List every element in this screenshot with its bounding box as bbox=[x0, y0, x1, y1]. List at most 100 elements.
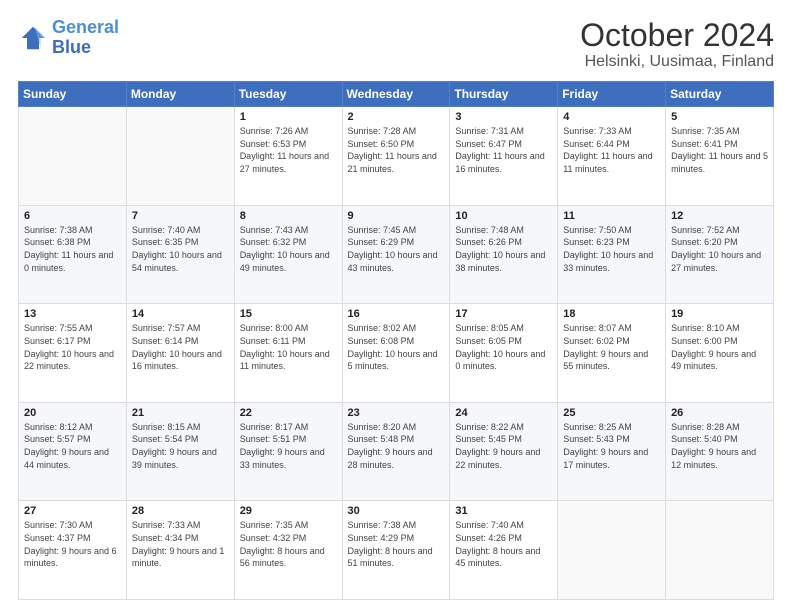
day-number: 17 bbox=[455, 308, 552, 320]
cell-info: Sunrise: 7:26 AMSunset: 6:53 PMDaylight:… bbox=[240, 125, 337, 175]
calendar-cell: 26 Sunrise: 8:28 AMSunset: 5:40 PMDaylig… bbox=[666, 402, 774, 501]
cell-info: Sunrise: 8:10 AMSunset: 6:00 PMDaylight:… bbox=[671, 322, 768, 372]
calendar-cell: 18 Sunrise: 8:07 AMSunset: 6:02 PMDaylig… bbox=[558, 304, 666, 403]
calendar-cell: 24 Sunrise: 8:22 AMSunset: 5:45 PMDaylig… bbox=[450, 402, 558, 501]
calendar-cell: 8 Sunrise: 7:43 AMSunset: 6:32 PMDayligh… bbox=[234, 205, 342, 304]
calendar-cell: 9 Sunrise: 7:45 AMSunset: 6:29 PMDayligh… bbox=[342, 205, 450, 304]
day-number: 16 bbox=[348, 308, 445, 320]
day-number: 30 bbox=[348, 505, 445, 517]
day-number: 5 bbox=[671, 111, 768, 123]
calendar-cell: 22 Sunrise: 8:17 AMSunset: 5:51 PMDaylig… bbox=[234, 402, 342, 501]
cell-info: Sunrise: 7:35 AMSunset: 4:32 PMDaylight:… bbox=[240, 519, 337, 569]
day-number: 19 bbox=[671, 308, 768, 320]
day-number: 24 bbox=[455, 407, 552, 419]
calendar-cell: 3 Sunrise: 7:31 AMSunset: 6:47 PMDayligh… bbox=[450, 107, 558, 206]
day-number: 18 bbox=[563, 308, 660, 320]
cell-info: Sunrise: 7:50 AMSunset: 6:23 PMDaylight:… bbox=[563, 224, 660, 274]
day-number: 25 bbox=[563, 407, 660, 419]
cell-info: Sunrise: 7:38 AMSunset: 4:29 PMDaylight:… bbox=[348, 519, 445, 569]
day-number: 13 bbox=[24, 308, 121, 320]
day-number: 21 bbox=[132, 407, 229, 419]
cell-info: Sunrise: 7:40 AMSunset: 6:35 PMDaylight:… bbox=[132, 224, 229, 274]
day-number: 3 bbox=[455, 111, 552, 123]
calendar-subtitle: Helsinki, Uusimaa, Finland bbox=[580, 53, 774, 71]
cell-info: Sunrise: 7:40 AMSunset: 4:26 PMDaylight:… bbox=[455, 519, 552, 569]
calendar-cell: 15 Sunrise: 8:00 AMSunset: 6:11 PMDaylig… bbox=[234, 304, 342, 403]
cell-info: Sunrise: 7:30 AMSunset: 4:37 PMDaylight:… bbox=[24, 519, 121, 569]
day-number: 12 bbox=[671, 210, 768, 222]
calendar-cell: 30 Sunrise: 7:38 AMSunset: 4:29 PMDaylig… bbox=[342, 501, 450, 600]
header: General Blue October 2024 Helsinki, Uusi… bbox=[18, 18, 774, 71]
day-number: 9 bbox=[348, 210, 445, 222]
day-number: 11 bbox=[563, 210, 660, 222]
calendar-cell: 28 Sunrise: 7:33 AMSunset: 4:34 PMDaylig… bbox=[126, 501, 234, 600]
calendar-cell: 2 Sunrise: 7:28 AMSunset: 6:50 PMDayligh… bbox=[342, 107, 450, 206]
calendar-cell: 5 Sunrise: 7:35 AMSunset: 6:41 PMDayligh… bbox=[666, 107, 774, 206]
logo-text: General Blue bbox=[52, 18, 119, 58]
calendar-week-1: 1 Sunrise: 7:26 AMSunset: 6:53 PMDayligh… bbox=[19, 107, 774, 206]
cell-info: Sunrise: 8:17 AMSunset: 5:51 PMDaylight:… bbox=[240, 421, 337, 471]
cell-info: Sunrise: 8:15 AMSunset: 5:54 PMDaylight:… bbox=[132, 421, 229, 471]
cell-info: Sunrise: 7:52 AMSunset: 6:20 PMDaylight:… bbox=[671, 224, 768, 274]
calendar-cell: 14 Sunrise: 7:57 AMSunset: 6:14 PMDaylig… bbox=[126, 304, 234, 403]
calendar-week-2: 6 Sunrise: 7:38 AMSunset: 6:38 PMDayligh… bbox=[19, 205, 774, 304]
cell-info: Sunrise: 7:28 AMSunset: 6:50 PMDaylight:… bbox=[348, 125, 445, 175]
cell-info: Sunrise: 7:33 AMSunset: 4:34 PMDaylight:… bbox=[132, 519, 229, 569]
calendar-week-4: 20 Sunrise: 8:12 AMSunset: 5:57 PMDaylig… bbox=[19, 402, 774, 501]
cell-info: Sunrise: 7:45 AMSunset: 6:29 PMDaylight:… bbox=[348, 224, 445, 274]
day-number: 22 bbox=[240, 407, 337, 419]
cell-info: Sunrise: 8:22 AMSunset: 5:45 PMDaylight:… bbox=[455, 421, 552, 471]
cell-info: Sunrise: 8:02 AMSunset: 6:08 PMDaylight:… bbox=[348, 322, 445, 372]
calendar-cell: 31 Sunrise: 7:40 AMSunset: 4:26 PMDaylig… bbox=[450, 501, 558, 600]
calendar-cell: 23 Sunrise: 8:20 AMSunset: 5:48 PMDaylig… bbox=[342, 402, 450, 501]
calendar-cell: 20 Sunrise: 8:12 AMSunset: 5:57 PMDaylig… bbox=[19, 402, 127, 501]
cell-info: Sunrise: 7:55 AMSunset: 6:17 PMDaylight:… bbox=[24, 322, 121, 372]
day-number: 14 bbox=[132, 308, 229, 320]
day-number: 23 bbox=[348, 407, 445, 419]
page: General Blue October 2024 Helsinki, Uusi… bbox=[0, 0, 792, 612]
cell-info: Sunrise: 8:28 AMSunset: 5:40 PMDaylight:… bbox=[671, 421, 768, 471]
calendar-cell: 19 Sunrise: 8:10 AMSunset: 6:00 PMDaylig… bbox=[666, 304, 774, 403]
col-wednesday: Wednesday bbox=[342, 82, 450, 107]
calendar-cell: 16 Sunrise: 8:02 AMSunset: 6:08 PMDaylig… bbox=[342, 304, 450, 403]
col-monday: Monday bbox=[126, 82, 234, 107]
cell-info: Sunrise: 7:35 AMSunset: 6:41 PMDaylight:… bbox=[671, 125, 768, 175]
calendar-cell: 29 Sunrise: 7:35 AMSunset: 4:32 PMDaylig… bbox=[234, 501, 342, 600]
cell-info: Sunrise: 8:00 AMSunset: 6:11 PMDaylight:… bbox=[240, 322, 337, 372]
cell-info: Sunrise: 7:38 AMSunset: 6:38 PMDaylight:… bbox=[24, 224, 121, 274]
col-tuesday: Tuesday bbox=[234, 82, 342, 107]
cell-info: Sunrise: 8:20 AMSunset: 5:48 PMDaylight:… bbox=[348, 421, 445, 471]
col-thursday: Thursday bbox=[450, 82, 558, 107]
calendar-cell: 10 Sunrise: 7:48 AMSunset: 6:26 PMDaylig… bbox=[450, 205, 558, 304]
col-sunday: Sunday bbox=[19, 82, 127, 107]
day-number: 20 bbox=[24, 407, 121, 419]
calendar-cell bbox=[558, 501, 666, 600]
day-number: 1 bbox=[240, 111, 337, 123]
day-number: 4 bbox=[563, 111, 660, 123]
calendar-cell bbox=[19, 107, 127, 206]
calendar-cell: 7 Sunrise: 7:40 AMSunset: 6:35 PMDayligh… bbox=[126, 205, 234, 304]
calendar-cell: 27 Sunrise: 7:30 AMSunset: 4:37 PMDaylig… bbox=[19, 501, 127, 600]
cell-info: Sunrise: 7:43 AMSunset: 6:32 PMDaylight:… bbox=[240, 224, 337, 274]
calendar-cell bbox=[666, 501, 774, 600]
calendar-cell: 1 Sunrise: 7:26 AMSunset: 6:53 PMDayligh… bbox=[234, 107, 342, 206]
calendar-cell: 12 Sunrise: 7:52 AMSunset: 6:20 PMDaylig… bbox=[666, 205, 774, 304]
calendar-table: Sunday Monday Tuesday Wednesday Thursday… bbox=[18, 81, 774, 600]
calendar-header-row: Sunday Monday Tuesday Wednesday Thursday… bbox=[19, 82, 774, 107]
day-number: 29 bbox=[240, 505, 337, 517]
cell-info: Sunrise: 8:12 AMSunset: 5:57 PMDaylight:… bbox=[24, 421, 121, 471]
day-number: 28 bbox=[132, 505, 229, 517]
cell-info: Sunrise: 8:25 AMSunset: 5:43 PMDaylight:… bbox=[563, 421, 660, 471]
calendar-cell: 17 Sunrise: 8:05 AMSunset: 6:05 PMDaylig… bbox=[450, 304, 558, 403]
calendar-cell: 13 Sunrise: 7:55 AMSunset: 6:17 PMDaylig… bbox=[19, 304, 127, 403]
day-number: 2 bbox=[348, 111, 445, 123]
logo-icon bbox=[18, 23, 48, 53]
calendar-title: October 2024 bbox=[580, 18, 774, 53]
calendar-cell: 11 Sunrise: 7:50 AMSunset: 6:23 PMDaylig… bbox=[558, 205, 666, 304]
cell-info: Sunrise: 8:05 AMSunset: 6:05 PMDaylight:… bbox=[455, 322, 552, 372]
day-number: 8 bbox=[240, 210, 337, 222]
logo-general: General bbox=[52, 17, 119, 37]
calendar-cell bbox=[126, 107, 234, 206]
day-number: 15 bbox=[240, 308, 337, 320]
cell-info: Sunrise: 7:31 AMSunset: 6:47 PMDaylight:… bbox=[455, 125, 552, 175]
